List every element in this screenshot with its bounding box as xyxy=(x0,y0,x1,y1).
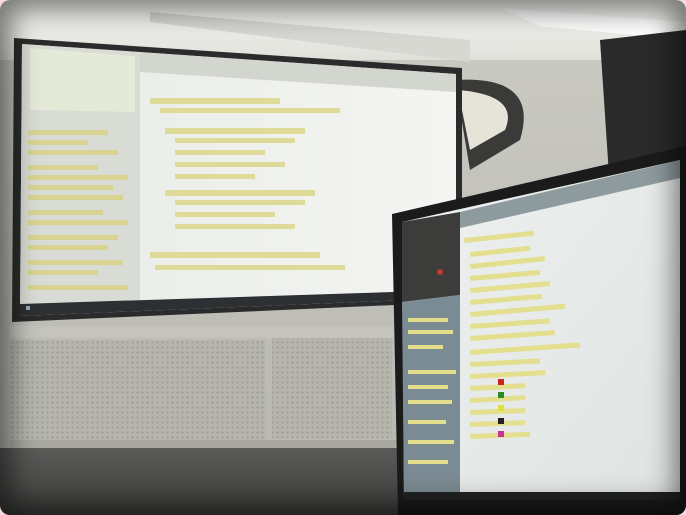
monitor-sidebar xyxy=(402,295,460,500)
wall-grille-left xyxy=(10,340,265,440)
monitor-preview-pane xyxy=(402,212,460,302)
projected-preview xyxy=(30,48,135,112)
monitor-taskbar xyxy=(404,492,680,500)
wall-grille-right xyxy=(272,338,392,438)
windows-taskbar-icon xyxy=(26,306,30,310)
classroom-photo xyxy=(0,0,686,515)
preview-sprite xyxy=(437,269,443,275)
scene-svg xyxy=(0,0,686,515)
